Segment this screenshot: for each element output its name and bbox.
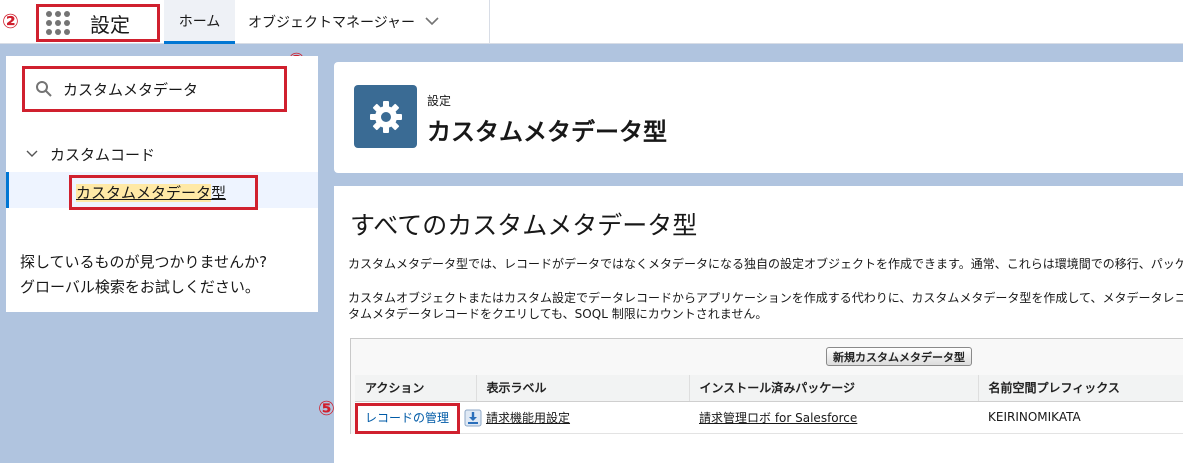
tab-object-manager-label: オブジェクトマネージャー xyxy=(248,15,416,31)
description-line1: カスタムメタデータ型では、レコードがデータではなくメタデータになる独自の設定オブ… xyxy=(348,257,1183,271)
tree-group-custom-code[interactable]: カスタムコード xyxy=(26,144,155,165)
app-launcher-icon[interactable] xyxy=(46,11,70,35)
tab-home-label: ホーム xyxy=(178,13,221,30)
gear-icon xyxy=(354,85,417,148)
column-header: インストール済みパッケージ xyxy=(689,375,979,402)
app-launcher-area[interactable]: 設定 xyxy=(36,4,160,42)
tree-item-custom-metadata-types[interactable]: カスタムメタデータ型 xyxy=(69,175,258,210)
not-found-line2: グローバル検索をお試しください。 xyxy=(20,278,260,296)
column-header: 名前空間プレフィックス xyxy=(978,375,1183,402)
package-link[interactable]: 請求管理ロボ for Salesforce xyxy=(699,411,857,425)
search-icon xyxy=(35,80,53,98)
download-icon[interactable] xyxy=(464,409,482,427)
description-line2: カスタムオブジェクトまたはカスタム設定でデータレコードからアプリケーションを作成… xyxy=(348,291,1183,305)
action-cell: レコードの管理 xyxy=(355,401,482,434)
label-link[interactable]: 請求機能用設定 xyxy=(486,411,570,425)
manage-records-link[interactable]: レコードの管理 xyxy=(365,411,449,425)
page-title: すべてのカスタムメタデータ型 xyxy=(350,211,698,240)
annotation-badge-2: ② xyxy=(2,9,19,33)
tab-object-manager[interactable]: オブジェクトマネージャー xyxy=(236,0,490,44)
tree-group-label: カスタムコード xyxy=(50,146,156,164)
quick-find-input[interactable]: カスタムメタデータ xyxy=(63,79,198,100)
package-cell: 請求管理ロボ for Salesforce xyxy=(689,401,978,434)
tree-item-label[interactable]: カスタムメタデータ型 xyxy=(76,182,226,203)
chevron-down-icon[interactable] xyxy=(425,14,439,30)
header-breadcrumb: 設定 xyxy=(427,94,452,108)
column-header: アクション xyxy=(355,375,477,402)
search-highlight: カスタムメタデータ xyxy=(76,184,212,202)
page-header: 設定 カスタムメタデータ型 xyxy=(334,62,1183,173)
not-found-message: 探しているものが見つかりませんか? グローバル検索をお試しください。 xyxy=(20,250,267,300)
tab-home[interactable]: ホーム xyxy=(164,0,235,44)
description-line3: タムメタデータレコードをクエリしても、SOQL 制限にカウントされません。 xyxy=(348,307,768,321)
list-panel: 新規カスタムメタデータ型 アクション 表示ラベル インストール済みパッケージ 名… xyxy=(350,338,1183,434)
app-name: 設定 xyxy=(90,12,130,37)
chevron-down-icon[interactable] xyxy=(26,147,38,162)
custom-metadata-table: アクション 表示ラベル インストール済みパッケージ 名前空間プレフィックス レコ… xyxy=(355,375,1183,434)
namespace-cell: KEIRINOMIKATA xyxy=(978,401,1183,434)
annotation-badge-5: ⑤ xyxy=(318,396,335,420)
new-custom-metadata-type-button[interactable]: 新規カスタムメタデータ型 xyxy=(826,347,972,366)
label-cell: 請求機能用設定 xyxy=(476,401,689,434)
setup-sidebar: カスタムメタデータ カスタムコード カスタムメタデータ型 探しているものが見つか… xyxy=(6,56,318,312)
global-header: 設定 ホーム オブジェクトマネージャー xyxy=(0,0,1183,44)
column-header: 表示ラベル xyxy=(476,375,690,402)
table-header-row: アクション 表示ラベル インストール済みパッケージ 名前空間プレフィックス xyxy=(355,375,1183,402)
tree-item-suffix: 型 xyxy=(211,184,227,202)
page-header-title: カスタムメタデータ型 xyxy=(427,118,667,146)
main-content: すべてのカスタムメタデータ型 カスタムメタデータ型では、レコードがデータではなく… xyxy=(334,186,1183,463)
table-row: レコードの管理 請求機能用設定 請求管理ロボ for Salesforce KE… xyxy=(355,401,1183,434)
not-found-line1: 探しているものが見つかりませんか? xyxy=(20,253,268,271)
quick-find-search[interactable]: カスタムメタデータ xyxy=(22,66,287,112)
